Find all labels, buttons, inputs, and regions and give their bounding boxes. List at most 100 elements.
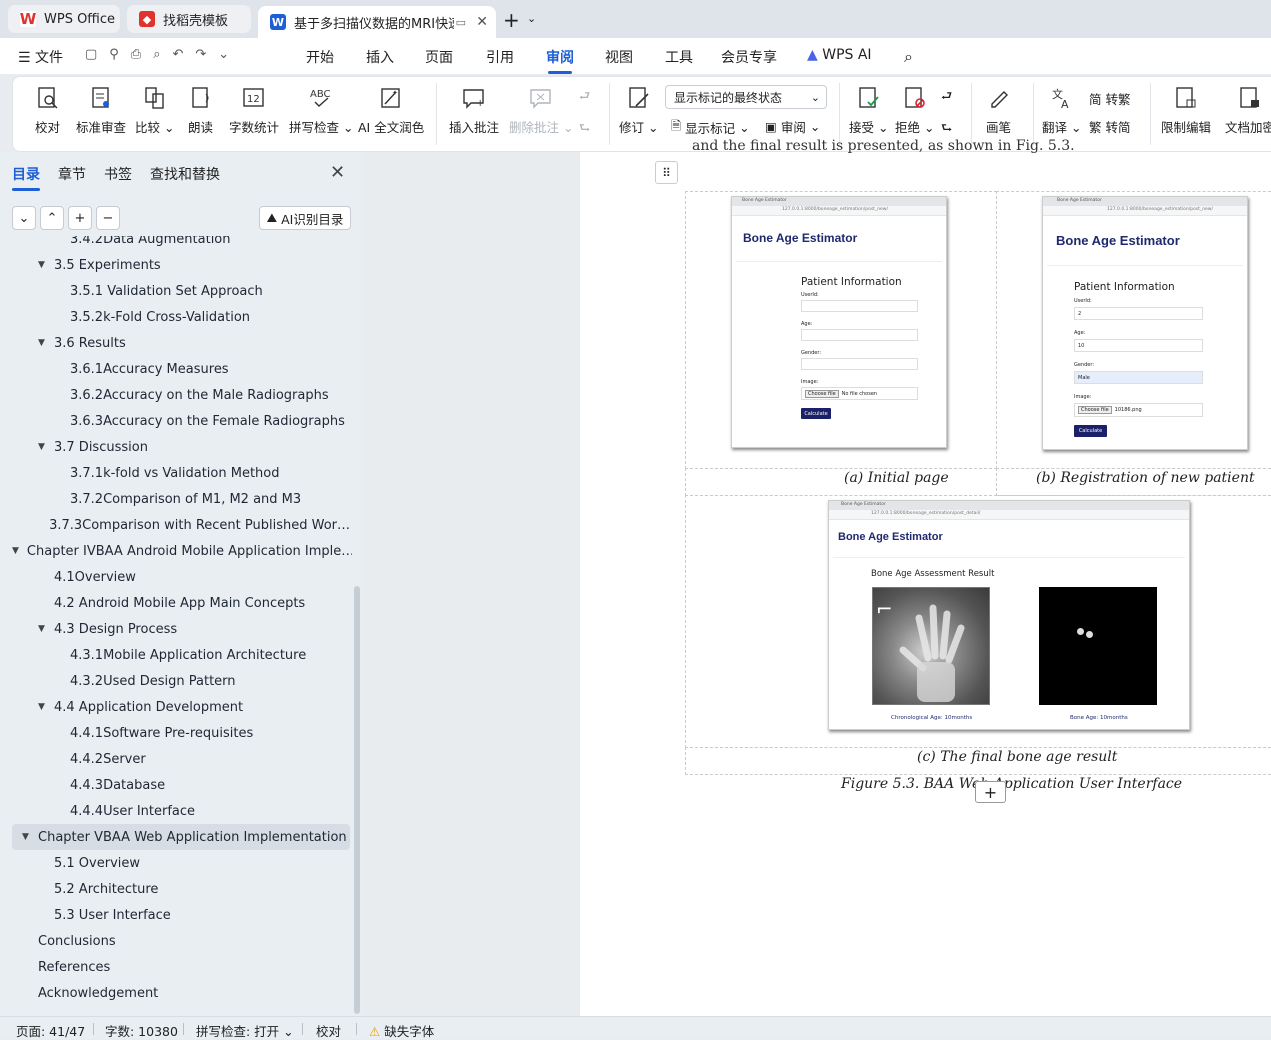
toc-item[interactable]: 3.6.2Accuracy on the Male Radiographs: [12, 382, 350, 408]
toc-item[interactable]: 5.1 Overview: [12, 850, 350, 876]
read-aloud-button[interactable]: 朗读: [188, 85, 213, 136]
toc-item[interactable]: 4.2 Android Mobile App Main Concepts: [12, 590, 350, 616]
search-icon[interactable]: ⌕: [904, 47, 913, 67]
review-pane-button[interactable]: ▣ 审阅 ⌄: [765, 117, 820, 136]
toc-item[interactable]: 5.2 Architecture: [12, 876, 350, 902]
tab-wps-office[interactable]: W WPS Office: [8, 5, 120, 33]
toc-item[interactable]: ▼ 4.4 Application Development: [12, 694, 350, 720]
next-comment-icon[interactable]: ⮑: [579, 119, 590, 140]
toc-item[interactable]: 5.3 User Interface: [12, 902, 350, 928]
toc-item[interactable]: 3.5.1 Validation Set Approach: [12, 278, 350, 304]
toc-item[interactable]: 3.6.3Accuracy on the Female Radiographs: [12, 408, 350, 434]
add-row-button[interactable]: +: [975, 781, 1006, 803]
menu-page[interactable]: 页面: [425, 47, 453, 67]
standard-review-button[interactable]: 标准审查: [76, 85, 126, 136]
collapse-up-button[interactable]: ⌃: [40, 206, 64, 230]
toc-item[interactable]: Conclusions: [12, 928, 350, 954]
toc-item[interactable]: 3.7.2Comparison of M1, M2 and M3: [12, 486, 350, 512]
tab-toc[interactable]: 目录: [12, 164, 40, 191]
word-count-indicator[interactable]: 字数: 10380: [105, 1021, 178, 1040]
toc-item[interactable]: 3.7.1k-fold vs Validation Method: [12, 460, 350, 486]
address-bar: 127.0.0.1:8000/boneage_estimation/post_n…: [732, 206, 946, 216]
menu-wps-ai[interactable]: ▲ WPS AI: [807, 47, 872, 63]
toc-item[interactable]: 4.4.2Server: [12, 746, 350, 772]
pen-button[interactable]: 画笔: [986, 85, 1011, 136]
traditional-button[interactable]: 简转繁: [1089, 89, 1131, 108]
tab-sections[interactable]: 章节: [58, 164, 86, 191]
close-tab-icon[interactable]: ✕: [476, 14, 488, 30]
restrict-edit-button[interactable]: 限制编辑: [1161, 85, 1211, 136]
compare-button[interactable]: 比较 ⌄: [135, 85, 174, 136]
expand-triangle-icon[interactable]: ▼: [38, 702, 46, 712]
prev-comment-icon[interactable]: ⮐: [579, 87, 590, 108]
prev-change-icon[interactable]: ⮐: [941, 87, 952, 108]
toc-item[interactable]: References: [12, 954, 350, 980]
next-change-icon[interactable]: ⮑: [941, 119, 952, 140]
expand-triangle-icon[interactable]: ▼: [38, 338, 46, 348]
missing-font-indicator[interactable]: ⚠ 缺失字体: [369, 1021, 434, 1040]
toc-item[interactable]: 3.4.2Data Augmentation: [12, 236, 350, 252]
toc-item[interactable]: 3.5.2k-Fold Cross-Validation: [12, 304, 350, 330]
proof-button[interactable]: 校对: [35, 85, 60, 136]
translate-button[interactable]: 文 A 翻译 ⌄: [1042, 85, 1081, 136]
insert-comment-button[interactable]: + 插入批注: [449, 85, 499, 136]
remove-heading-button[interactable]: −: [96, 206, 120, 230]
simplified-button[interactable]: 繁转简: [1089, 117, 1131, 136]
toc-item[interactable]: ▼ Chapter IVBAA Android Mobile Applicatio…: [12, 538, 352, 564]
quick-access-icons[interactable]: ▢⚲⎙⌕↶↷⌄: [85, 47, 241, 62]
encrypt-button[interactable]: 文档加密: [1225, 85, 1271, 136]
add-heading-button[interactable]: +: [68, 206, 92, 230]
expand-triangle-icon[interactable]: ▼: [38, 442, 46, 452]
proof-indicator[interactable]: 校对: [316, 1021, 341, 1040]
toc-item[interactable]: ▼ 3.5 Experiments: [12, 252, 350, 278]
toc-item[interactable]: 3.6.1Accuracy Measures: [12, 356, 350, 382]
toc-item[interactable]: ▼ 4.3 Design Process: [12, 616, 350, 642]
toc-item[interactable]: ▼ 3.7 Discussion: [12, 434, 350, 460]
toc-item[interactable]: 4.3.2Used Design Pattern: [12, 668, 350, 694]
expand-triangle-icon[interactable]: ▼: [22, 832, 30, 842]
table-handle-icon[interactable]: ⠿: [655, 161, 678, 184]
toc-item[interactable]: 4.3.1Mobile Application Architecture: [12, 642, 350, 668]
close-pane-icon[interactable]: ✕: [330, 162, 345, 183]
tab-document[interactable]: W 基于多扫描仪数据的MRI快速 ▭ ✕: [258, 6, 496, 38]
expand-triangle-icon[interactable]: ▼: [12, 546, 19, 556]
ai-toc-button[interactable]: ⛰ AI识别目录: [259, 206, 351, 230]
menu-member[interactable]: 会员专享: [721, 47, 777, 67]
tab-docer-templates[interactable]: ◆ 找稻壳模板: [127, 5, 251, 33]
toc-item[interactable]: 4.4.3Database: [12, 772, 350, 798]
show-markup-button[interactable]: 🗎 显示标记 ⌄: [671, 117, 750, 138]
image-input: Choose file No file chosen: [801, 387, 918, 400]
accept-button[interactable]: 接受 ⌄: [849, 85, 888, 136]
menu-insert[interactable]: 插入: [366, 47, 394, 67]
toc-item[interactable]: 4.1Overview: [12, 564, 350, 590]
toc-item[interactable]: 4.4.4User Interface: [12, 798, 350, 824]
tab-list-chevron-icon[interactable]: ⌄: [527, 12, 536, 25]
toc-item[interactable]: ▼ 3.6 Results: [12, 330, 350, 356]
menu-reference[interactable]: 引用: [486, 47, 514, 67]
delete-comment-button[interactable]: 删除批注 ⌄: [509, 85, 573, 136]
page-indicator[interactable]: 页面: 41/47: [16, 1021, 85, 1040]
revise-button[interactable]: 修订 ⌄: [619, 85, 658, 136]
spell-check-button[interactable]: ABC 拼写检查 ⌄: [289, 85, 353, 136]
toc-item[interactable]: 4.4.1Software Pre-requisites: [12, 720, 350, 746]
word-count-button[interactable]: 12 字数统计: [229, 85, 279, 136]
expand-down-button[interactable]: ⌄: [12, 206, 36, 230]
new-tab-icon[interactable]: +: [503, 8, 520, 32]
toc-item[interactable]: Acknowledgement: [12, 980, 350, 1006]
menu-tools[interactable]: 工具: [665, 47, 693, 67]
toc-scrollbar[interactable]: [354, 586, 360, 1014]
expand-triangle-icon[interactable]: ▼: [38, 624, 46, 634]
tab-find-replace[interactable]: 查找和替换: [150, 164, 220, 191]
tab-bookmarks[interactable]: 书签: [104, 164, 132, 191]
reject-button[interactable]: 拒绝 ⌄: [895, 85, 934, 136]
spell-check-indicator[interactable]: 拼写检查: 打开 ⌄: [196, 1021, 294, 1040]
expand-triangle-icon[interactable]: ▼: [38, 260, 46, 270]
toc-item[interactable]: 3.7.3Comparison with Recent Published Wo…: [12, 512, 350, 538]
menu-review[interactable]: 审阅: [546, 47, 574, 74]
menu-start[interactable]: 开始: [306, 47, 334, 67]
toc-item[interactable]: ▼ Chapter VBAA Web Application Implementa…: [12, 824, 350, 850]
file-menu[interactable]: ☰ 文件: [18, 47, 63, 67]
menu-view[interactable]: 视图: [605, 47, 633, 67]
markup-state-select[interactable]: 显示标记的最终状态 ⌄: [665, 85, 827, 109]
ai-polish-button[interactable]: ✦ AI 全文润色: [358, 85, 424, 136]
